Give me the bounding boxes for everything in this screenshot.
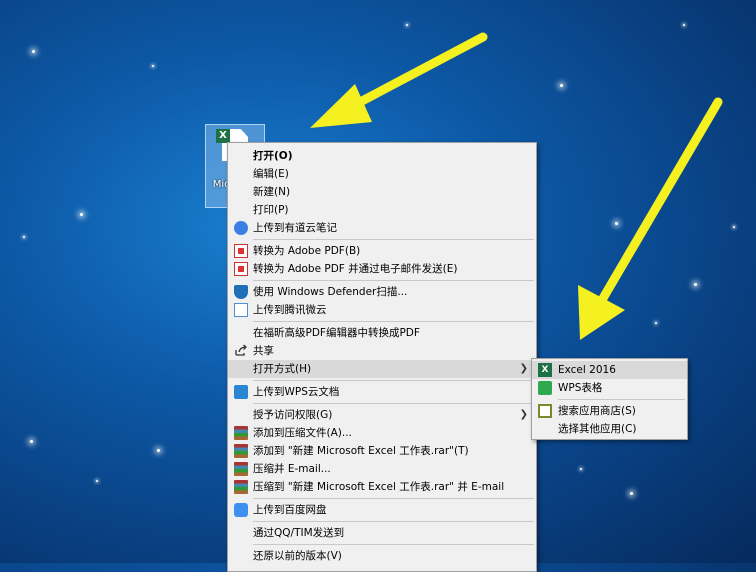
menu-item-label: 新建(N) [253,186,291,198]
adobe-pdf-icon [234,244,248,258]
menu-item-label: 添加到 "新建 Microsoft Excel 工作表.rar"(T) [253,445,469,457]
star [96,480,98,482]
star [406,24,408,26]
store-icon [538,404,552,418]
menu-item-compress-to-rar-email[interactable]: 压缩到 "新建 Microsoft Excel 工作表.rar" 并 E-mai… [228,478,536,496]
winrar-icon [234,426,248,440]
star [683,24,685,26]
menu-separator [253,321,534,322]
menu-separator [253,380,534,381]
star [152,65,154,67]
submenu-item-label: 搜索应用商店(S) [558,405,636,417]
menu-item-add-to-rar[interactable]: 添加到 "新建 Microsoft Excel 工作表.rar"(T) [228,442,536,460]
winrar-icon [234,444,248,458]
menu-item-label: 在福昕高级PDF编辑器中转换成PDF [253,327,420,339]
menu-item-add-archive[interactable]: 添加到压缩文件(A)... [228,424,536,442]
winrar-icon [234,480,248,494]
windows-defender-icon [234,285,248,299]
menu-item-youdao[interactable]: 上传到有道云笔记 [228,219,536,237]
submenu-item-label: Excel 2016 [558,364,616,376]
star [580,468,582,470]
star [694,283,697,286]
menu-item-compress-email[interactable]: 压缩并 E-mail... [228,460,536,478]
menu-item-grant-access[interactable]: 授予访问权限(G) ❯ [228,406,536,424]
menu-item-restore-versions[interactable]: 还原以前的版本(V) [228,547,536,565]
submenu-item-choose-other-app[interactable]: 选择其他应用(C) [532,420,687,438]
adobe-pdf-email-icon [234,262,248,276]
menu-item-label: 还原以前的版本(V) [253,550,342,562]
menu-item-weiyun[interactable]: 上传到腾讯微云 [228,301,536,319]
menu-item-label: 授予访问权限(G) [253,409,333,421]
menu-item-label: 编辑(E) [253,168,289,180]
wps-sheet-icon [538,381,552,395]
submenu-item-excel-2016[interactable]: X Excel 2016 [532,361,687,379]
open-with-submenu: X Excel 2016 WPS表格 搜索应用商店(S) 选择其他应用(C) [531,358,688,440]
weiyun-cloud-icon [234,303,248,317]
baidu-netdisk-icon [234,503,248,517]
menu-item-foxit-convert[interactable]: 在福昕高级PDF编辑器中转换成PDF [228,324,536,342]
submenu-item-wps-sheet[interactable]: WPS表格 [532,379,687,397]
menu-item-open-with[interactable]: 打开方式(H) ❯ [228,360,536,378]
menu-item-convert-pdf[interactable]: 转换为 Adobe PDF(B) [228,242,536,260]
star [733,226,735,228]
star [80,213,83,216]
menu-separator [253,403,534,404]
menu-item-wps-cloud[interactable]: 上传到WPS云文档 [228,383,536,401]
submenu-item-label: WPS表格 [558,382,603,394]
menu-item-edit[interactable]: 编辑(E) [228,165,536,183]
menu-item-label: 转换为 Adobe PDF(B) [253,245,361,257]
menu-item-share[interactable]: 共享 [228,342,536,360]
star [32,50,35,53]
menu-separator [253,521,534,522]
menu-separator [253,239,534,240]
chevron-right-icon: ❯ [519,363,528,374]
chevron-right-icon: ❯ [519,409,528,420]
menu-item-send-qq[interactable]: 通过QQ/TIM发送到 [228,524,536,542]
wps-cloud-icon [234,385,248,399]
menu-item-label: 打开方式(H) [253,363,312,375]
winrar-icon [234,462,248,476]
menu-item-label: 通过QQ/TIM发送到 [253,527,345,539]
star [630,492,633,495]
menu-separator [253,280,534,281]
menu-separator [253,544,534,545]
share-icon [234,344,248,358]
star [615,222,618,225]
star [157,449,160,452]
menu-separator [253,498,534,499]
menu-item-label: 打开(O) [253,150,293,162]
star [655,322,657,324]
menu-item-baidu-pan[interactable]: 上传到百度网盘 [228,501,536,519]
menu-separator [558,399,685,400]
menu-item-convert-pdf-email[interactable]: 转换为 Adobe PDF 并通过电子邮件发送(E) [228,260,536,278]
menu-item-label: 转换为 Adobe PDF 并通过电子邮件发送(E) [253,263,458,275]
menu-item-label: 打印(P) [253,204,289,216]
menu-item-label: 添加到压缩文件(A)... [253,427,352,439]
arrow-to-submenu [578,97,723,340]
menu-item-label: 上传到百度网盘 [253,504,327,516]
menu-item-label: 上传到腾讯微云 [253,304,327,316]
menu-item-label: 压缩到 "新建 Microsoft Excel 工作表.rar" 并 E-mai… [253,481,505,493]
menu-item-open[interactable]: 打开(O) [228,147,536,165]
arrow-to-file-icon [310,32,488,128]
menu-item-print[interactable]: 打印(P) [228,201,536,219]
menu-item-label: 压缩并 E-mail... [253,463,331,475]
menu-item-new[interactable]: 新建(N) [228,183,536,201]
submenu-item-label: 选择其他应用(C) [558,423,637,435]
submenu-item-search-store[interactable]: 搜索应用商店(S) [532,402,687,420]
youdao-note-icon [234,221,248,235]
star [560,84,563,87]
menu-item-label: 上传到WPS云文档 [253,386,340,398]
menu-item-label: 使用 Windows Defender扫描... [253,286,408,298]
excel-badge-icon: X [216,129,230,143]
menu-item-label: 共享 [253,345,274,357]
star [30,440,33,443]
menu-item-defender-scan[interactable]: 使用 Windows Defender扫描... [228,283,536,301]
star [23,236,25,238]
context-menu: 打开(O) 编辑(E) 新建(N) 打印(P) 上传到有道云笔记 转换为 Ado… [227,142,537,572]
menu-item-label: 上传到有道云笔记 [253,222,337,234]
excel-icon: X [538,363,552,377]
